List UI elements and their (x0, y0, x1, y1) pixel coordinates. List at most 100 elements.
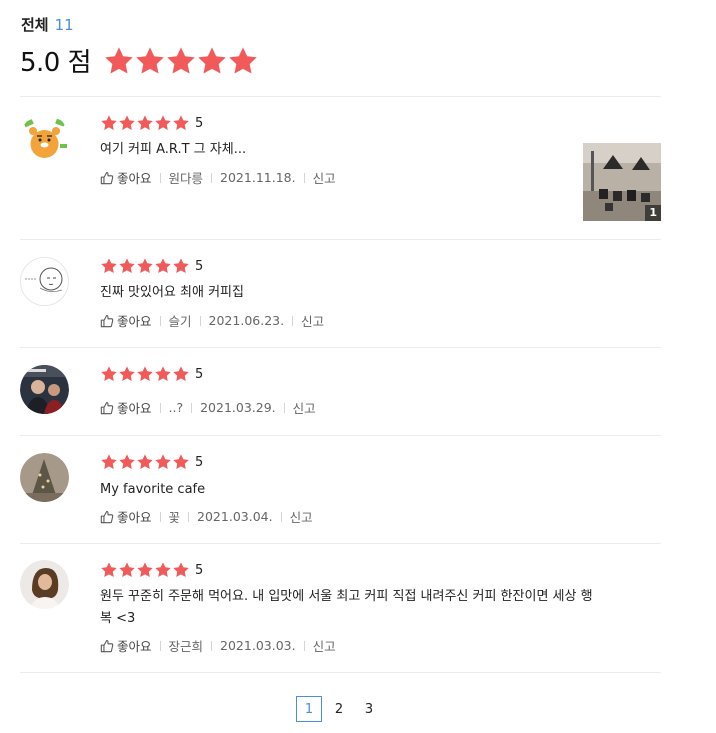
report-button[interactable]: 신고 (313, 636, 336, 655)
thumbs-up-icon (100, 510, 114, 524)
divider (159, 402, 161, 413)
divider (199, 315, 201, 326)
divider (20, 239, 661, 240)
divider (159, 315, 161, 326)
star-icon (136, 365, 154, 383)
star-icon (103, 45, 135, 77)
star-icon (118, 561, 136, 579)
star-icon (172, 257, 190, 275)
thumbs-up-icon (100, 314, 114, 328)
divider (20, 435, 661, 436)
divider (283, 402, 285, 413)
report-button[interactable]: 신고 (301, 311, 324, 330)
sketch-face-avatar[interactable] (20, 257, 69, 306)
like-label: 좋아요 (117, 314, 152, 329)
average-star-rating (103, 45, 258, 77)
average-score-row: 5.0 점 (20, 42, 258, 79)
thumbs-up-icon (100, 171, 114, 185)
divider (20, 543, 661, 544)
author-name[interactable]: 장근희 (169, 636, 204, 655)
review-date: 2021.03.29. (200, 400, 276, 415)
star-rating: 5 (100, 114, 203, 132)
review-photo[interactable]: 1 (583, 143, 661, 221)
ryan-character-avatar[interactable] (20, 114, 69, 163)
star-icon (154, 453, 172, 471)
rating-value: 5 (195, 454, 204, 470)
like-button[interactable]: 좋아요 (100, 168, 152, 187)
divider (20, 96, 661, 97)
report-button[interactable]: 신고 (313, 168, 336, 187)
star-icon (172, 453, 190, 471)
author-name[interactable]: ..? (169, 400, 184, 415)
like-label: 좋아요 (117, 639, 152, 654)
star-icon (172, 114, 190, 132)
review-text: 진짜 맛있어요 최애 커피집 (100, 285, 244, 300)
review-count: 11 (54, 16, 74, 34)
page-button[interactable]: 2 (326, 696, 352, 722)
review-text: 원두 꾸준히 주문해 먹어요. 내 입맛에 서울 최고 커피 직접 내려주신 커… (100, 589, 593, 604)
review-section: 전체 11 5.0 점 5 여기 커피 A.R.T 그 자체... 좋아요 원다… (0, 0, 716, 733)
star-icon (136, 561, 154, 579)
divider (188, 511, 190, 522)
divider (20, 347, 661, 348)
star-icon (172, 365, 190, 383)
rating-value: 5 (195, 258, 204, 274)
star-rating: 5 (100, 257, 203, 275)
filter-all-label[interactable]: 전체 (21, 16, 49, 34)
like-label: 좋아요 (117, 510, 152, 525)
star-icon (154, 365, 172, 383)
divider (159, 640, 161, 651)
tree-photo-avatar[interactable] (20, 453, 69, 502)
star-rating: 5 (100, 561, 203, 579)
review-date: 2021.03.03. (220, 638, 296, 653)
star-icon (227, 45, 259, 77)
divider (159, 511, 161, 522)
review-meta: 좋아요 장근희 2021.03.03. 신고 (100, 636, 336, 655)
star-icon (118, 453, 136, 471)
rating-value: 5 (195, 562, 204, 578)
thumbs-up-icon (100, 639, 114, 653)
review-meta: 좋아요 원다릉 2021.11.18. 신고 (100, 168, 336, 187)
author-name[interactable]: 슬기 (169, 311, 192, 330)
star-icon (118, 257, 136, 275)
divider (211, 172, 213, 183)
like-button[interactable]: 좋아요 (100, 507, 152, 526)
like-button[interactable]: 좋아요 (100, 311, 152, 330)
like-button[interactable]: 좋아요 (100, 636, 152, 655)
review-date: 2021.06.23. (208, 313, 285, 328)
woman-photo-avatar[interactable] (20, 560, 69, 609)
star-icon (154, 561, 172, 579)
thumbs-up-icon (100, 401, 114, 415)
like-label: 좋아요 (117, 401, 152, 416)
star-icon (100, 561, 118, 579)
star-icon (100, 453, 118, 471)
like-label: 좋아요 (117, 171, 152, 186)
divider (191, 402, 193, 413)
star-icon (154, 114, 172, 132)
star-rating: 5 (100, 365, 203, 383)
star-rating: 5 (100, 453, 203, 471)
report-button[interactable]: 신고 (293, 398, 316, 417)
rating-value: 5 (195, 115, 204, 131)
page-button-current[interactable]: 1 (296, 696, 322, 722)
people-photo-avatar[interactable] (20, 365, 69, 414)
author-name[interactable]: 원다릉 (169, 168, 204, 187)
average-score: 5.0 점 (20, 48, 92, 78)
pagination: 1 2 3 (296, 696, 386, 722)
report-button[interactable]: 신고 (290, 507, 313, 526)
review-date: 2021.03.04. (197, 509, 273, 524)
star-icon (154, 257, 172, 275)
review-date: 2021.11.18. (220, 170, 296, 185)
star-icon (136, 257, 154, 275)
like-button[interactable]: 좋아요 (100, 398, 152, 417)
star-icon (118, 114, 136, 132)
review-header: 전체 11 (21, 14, 74, 35)
review-text: 여기 커피 A.R.T 그 자체... (100, 142, 247, 157)
divider (292, 315, 294, 326)
author-name[interactable]: 꽃 (169, 507, 181, 526)
review-meta: 좋아요 슬기 2021.06.23. 신고 (100, 311, 324, 330)
page-button[interactable]: 3 (356, 696, 382, 722)
star-icon (100, 257, 118, 275)
review-meta: 좋아요 ..? 2021.03.29. 신고 (100, 398, 316, 417)
star-icon (196, 45, 228, 77)
